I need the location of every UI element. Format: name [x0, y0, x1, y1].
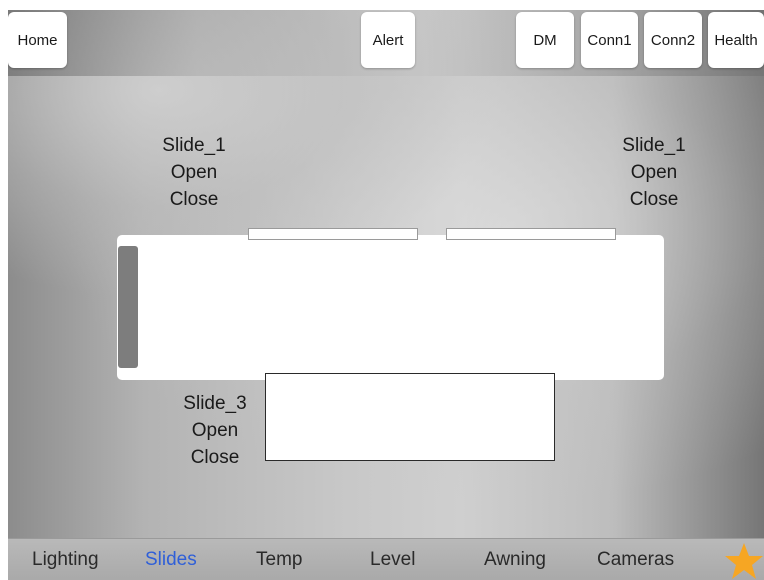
- vehicle-body-panel: [117, 235, 664, 380]
- nav-item-slides[interactable]: Slides: [145, 549, 197, 571]
- slide-control-right: Slide_1 Open Close: [604, 132, 704, 213]
- star-shape: [725, 543, 763, 579]
- slide-label: Slide_1: [162, 135, 226, 156]
- health-button[interactable]: Health: [708, 12, 764, 68]
- nav-item-lighting[interactable]: Lighting: [32, 549, 99, 571]
- nav-item-awning[interactable]: Awning: [484, 549, 546, 571]
- slide-position-handle[interactable]: [118, 246, 138, 368]
- conn2-button[interactable]: Conn2: [644, 12, 702, 68]
- slide-close-button[interactable]: Close: [187, 444, 244, 471]
- slide-close-button[interactable]: Close: [626, 186, 683, 213]
- alert-button[interactable]: Alert: [361, 12, 415, 68]
- slide-control-left: Slide_1 Open Close: [144, 132, 244, 213]
- nav-item-level[interactable]: Level: [370, 549, 415, 571]
- slide-3-outline: [265, 373, 555, 461]
- conn1-button[interactable]: Conn1: [581, 12, 638, 68]
- nav-item-temp[interactable]: Temp: [256, 549, 302, 571]
- bottom-nav-bar: Lighting Slides Temp Level Awning Camera…: [8, 538, 764, 580]
- app-screen: Home Alert DM Conn1 Conn2 Health Slide_1…: [8, 10, 764, 580]
- slide-1-left-outline: [248, 228, 418, 240]
- dm-button[interactable]: DM: [516, 12, 574, 68]
- slide-control-bottom: Slide_3 Open Close: [165, 390, 265, 471]
- slide-open-button[interactable]: Open: [188, 417, 242, 444]
- home-button[interactable]: Home: [8, 12, 67, 68]
- slide-open-button[interactable]: Open: [627, 159, 681, 186]
- nav-item-cameras[interactable]: Cameras: [597, 549, 674, 571]
- slide-label: Slide_3: [183, 393, 247, 414]
- slide-label: Slide_1: [622, 135, 686, 156]
- slide-open-button[interactable]: Open: [167, 159, 221, 186]
- slide-1-right-outline: [446, 228, 616, 240]
- star-icon[interactable]: [724, 541, 764, 580]
- slide-close-button[interactable]: Close: [166, 186, 223, 213]
